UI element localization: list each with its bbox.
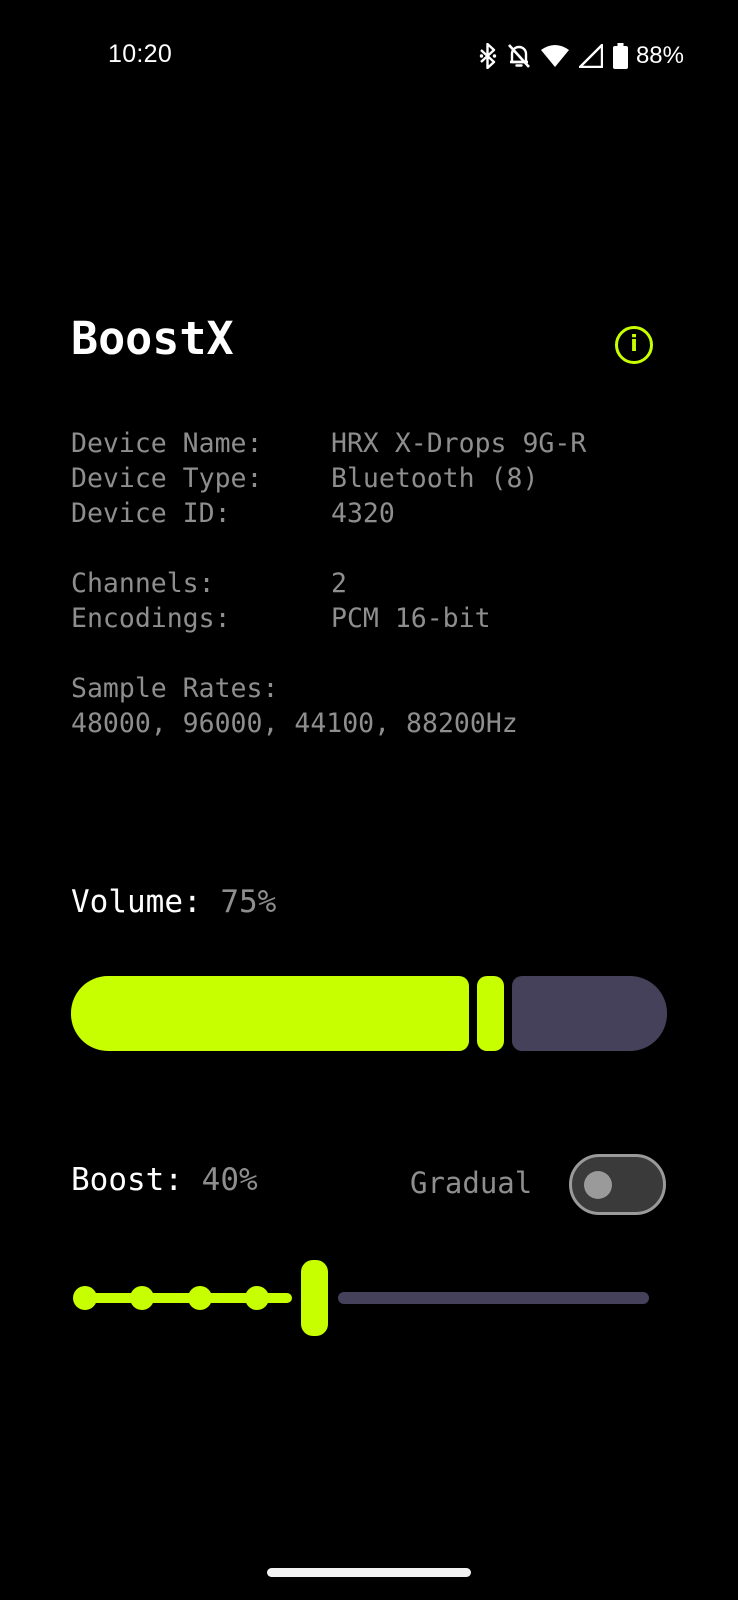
bluetooth-icon — [479, 43, 497, 69]
home-indicator[interactable] — [267, 1568, 471, 1577]
volume-value: 75% — [220, 884, 277, 920]
boost-step-dot — [187, 1286, 212, 1310]
device-id-label: Device ID: — [71, 498, 231, 529]
sample-rates-value: 48000, 96000, 44100, 88200Hz — [71, 708, 518, 739]
boost-step-dot — [73, 1286, 97, 1310]
device-type-value: Bluetooth (8) — [331, 463, 539, 494]
device-id-value: 4320 — [331, 498, 395, 529]
info-icon: i — [630, 332, 638, 357]
cell-signal-icon — [578, 44, 603, 68]
status-bar: 10:20 88% — [0, 0, 738, 110]
info-button[interactable]: i — [615, 326, 653, 364]
battery-percent: 88% — [635, 42, 684, 69]
boost-step-dot — [244, 1286, 269, 1310]
boost-heading: Boost: 40% — [71, 1162, 258, 1198]
boost-label: Boost: — [71, 1162, 183, 1198]
volume-fill — [71, 976, 469, 1051]
app-title: BoostX — [71, 312, 234, 365]
boost-value: 40% — [201, 1162, 258, 1198]
device-name-label: Device Name: — [71, 428, 263, 459]
device-name-value: HRX X-Drops 9G-R — [331, 428, 587, 459]
sample-rates-label: Sample Rates: — [71, 673, 279, 704]
wifi-icon — [540, 44, 569, 68]
device-id-row: Device ID: 4320 — [71, 496, 586, 531]
boost-step-dot — [130, 1286, 155, 1310]
notifications-off-icon — [507, 43, 531, 69]
gradual-toggle-knob — [584, 1171, 612, 1199]
volume-heading: Volume: 75% — [71, 884, 276, 920]
volume-track[interactable] — [512, 976, 667, 1051]
battery-icon — [612, 43, 628, 69]
encodings-row: Encodings: PCM 16-bit — [71, 601, 586, 636]
sample-rates-value-row: 48000, 96000, 44100, 88200Hz — [71, 706, 586, 741]
volume-slider[interactable] — [71, 976, 667, 1051]
boost-thumb[interactable] — [301, 1260, 329, 1336]
device-info: Device Name: HRX X-Drops 9G-R Device Typ… — [71, 426, 586, 741]
gradual-label: Gradual — [410, 1166, 533, 1200]
volume-thumb[interactable] — [477, 976, 504, 1051]
boost-slider[interactable] — [71, 1260, 667, 1336]
encodings-value: PCM 16-bit — [331, 603, 491, 634]
channels-value: 2 — [331, 568, 347, 599]
channels-row: Channels: 2 — [71, 566, 586, 601]
device-type-label: Device Type: — [71, 463, 263, 494]
encodings-label: Encodings: — [71, 603, 231, 634]
channels-label: Channels: — [71, 568, 215, 599]
volume-label: Volume: — [71, 884, 202, 920]
gradual-toggle[interactable] — [569, 1154, 666, 1215]
status-icons: 88% — [479, 40, 684, 72]
device-name-row: Device Name: HRX X-Drops 9G-R — [71, 426, 586, 461]
status-time: 10:20 — [108, 40, 173, 68]
boost-track[interactable] — [338, 1292, 649, 1304]
device-type-row: Device Type: Bluetooth (8) — [71, 461, 586, 496]
sample-rates-label-row: Sample Rates: — [71, 671, 586, 706]
